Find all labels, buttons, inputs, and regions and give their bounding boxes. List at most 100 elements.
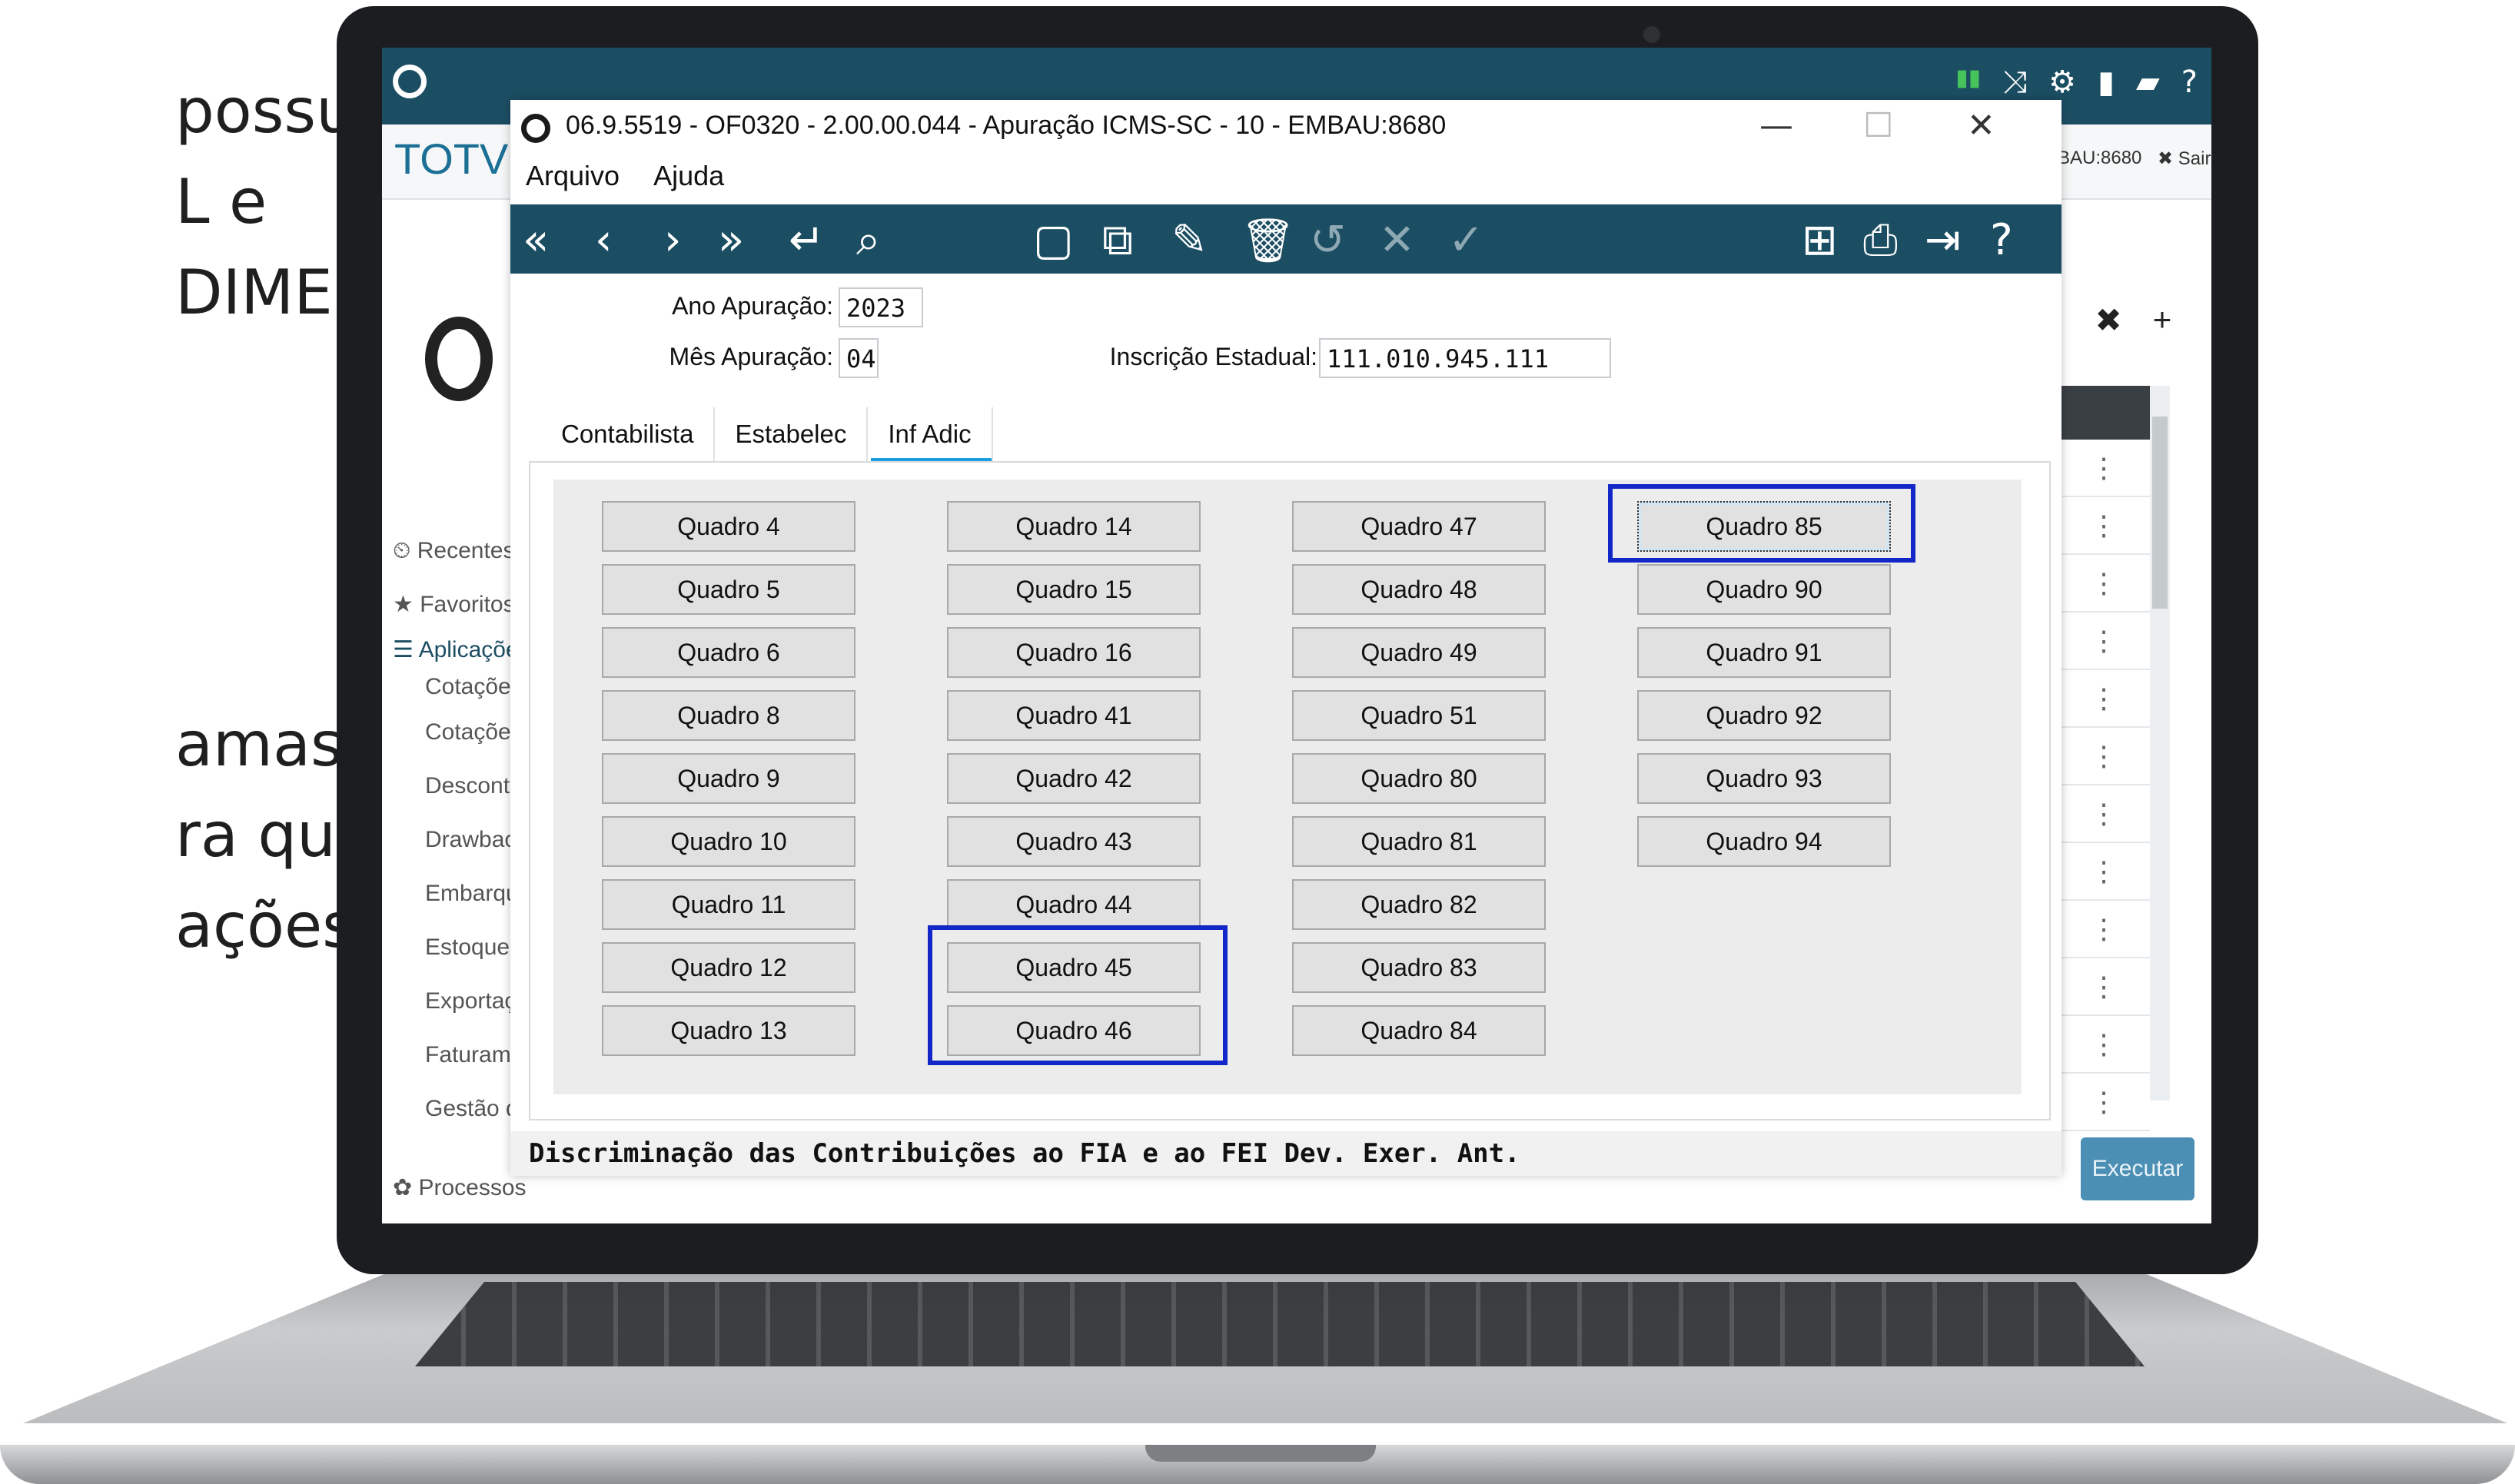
tab-contabilista[interactable]: Contabilista (541, 407, 716, 461)
help-icon[interactable]: ? (2181, 65, 2198, 100)
quadro-43-button[interactable]: Quadro 43 (947, 816, 1201, 867)
quadro-93-button[interactable]: Quadro 93 (1637, 753, 1891, 804)
quadro-4-button[interactable]: Quadro 4 (602, 501, 855, 552)
edit-record-icon[interactable]: ✎ (1171, 215, 1208, 265)
mes-field[interactable]: 04 (839, 338, 879, 378)
bg-scrollbar[interactable] (2150, 386, 2170, 1101)
quadro-11-button[interactable]: Quadro 11 (602, 879, 855, 930)
quadro-9-button[interactable]: Quadro 9 (602, 753, 855, 804)
highlight-quadro-85 (1608, 484, 1915, 563)
quadro-91-button[interactable]: Quadro 91 (1637, 627, 1891, 678)
ano-field[interactable]: 2023 (839, 287, 923, 327)
laptop-notch (1145, 1445, 1376, 1462)
status-bar: Discriminação das Contribuições ao FIA e… (510, 1131, 2062, 1176)
sidebar-item-processos[interactable]: ✿ Processos (393, 1174, 527, 1201)
close-window-icon[interactable]: ✕ (1967, 106, 1995, 145)
execute-button[interactable]: Executar (2081, 1137, 2194, 1200)
maximize-icon[interactable]: ☐ (1863, 106, 1893, 145)
quadro-81-button[interactable]: Quadro 81 (1292, 816, 1546, 867)
tab-inf-adic[interactable]: Inf Adic (868, 407, 993, 463)
first-record-icon[interactable]: « (523, 215, 549, 265)
exit-icon[interactable]: ⇥ (1925, 215, 1961, 265)
copy-record-icon[interactable]: ⧉ (1102, 215, 1133, 266)
close-icon[interactable]: ✖ (2095, 301, 2122, 339)
bg-list-header (2058, 386, 2150, 440)
laptop-keyboard (415, 1282, 2145, 1366)
menu-arquivo[interactable]: Arquivo (526, 160, 620, 192)
previous-record-icon[interactable]: ‹ (595, 215, 612, 265)
quadro-15-button[interactable]: Quadro 15 (947, 564, 1201, 615)
quadro-8-button[interactable]: Quadro 8 (602, 690, 855, 741)
row-menu-icon[interactable]: ⋮ (2058, 728, 2150, 785)
topbar-icons: ▮▮ ⤨ ⚙ ▮ ▰ ? (1955, 65, 2198, 100)
quadro-12-button[interactable]: Quadro 12 (602, 942, 855, 993)
search-icon[interactable]: ⌕ (856, 215, 880, 266)
quadro-42-button[interactable]: Quadro 42 (947, 753, 1201, 804)
scroll-thumb[interactable] (2152, 417, 2168, 609)
quadro-buttons-area: Quadro 4 Quadro 5 Quadro 6 Quadro 8 Quad… (553, 480, 2022, 1094)
row-menu-icon[interactable]: ⋮ (2058, 613, 2150, 670)
dialog-titlebar: 06.9.5519 - OF0320 - 2.00.00.044 - Apura… (510, 100, 2062, 154)
ie-label: Inscrição Estadual: (1109, 343, 1317, 370)
app-logo-icon (521, 114, 550, 143)
quadro-41-button[interactable]: Quadro 41 (947, 690, 1201, 741)
menu-ajuda[interactable]: Ajuda (653, 160, 724, 192)
quadro-14-button[interactable]: Quadro 14 (947, 501, 1201, 552)
confirm-icon[interactable]: ✓ (1448, 215, 1484, 265)
new-record-icon[interactable]: ▢ (1033, 215, 1074, 265)
laptop-screen: ▮▮ ⤨ ⚙ ▮ ▰ ? TOTVS BAU:8680 ✖ Sair ⌕ ✖ +… (382, 48, 2211, 1223)
signal-icon: ▮▮ (1955, 65, 1982, 91)
row-menu-icon[interactable]: ⋮ (2058, 555, 2150, 613)
add-icon[interactable]: + (2153, 301, 2172, 339)
row-menu-icon[interactable]: ⋮ (2058, 497, 2150, 555)
quadro-16-button[interactable]: Quadro 16 (947, 627, 1201, 678)
quadro-13-button[interactable]: Quadro 13 (602, 1005, 855, 1056)
undo-icon[interactable]: ↺ (1310, 215, 1346, 265)
last-record-icon[interactable]: » (718, 215, 744, 265)
next-record-icon[interactable]: › (664, 215, 681, 265)
quadro-80-button[interactable]: Quadro 80 (1292, 753, 1546, 804)
bg-list-column: ⋮ ⋮ ⋮ ⋮ ⋮ ⋮ ⋮ ⋮ ⋮ ⋮ ⋮ ⋮ (2058, 386, 2150, 1131)
quadro-90-button[interactable]: Quadro 90 (1637, 564, 1891, 615)
shuffle-icon[interactable]: ⤨ (2002, 65, 2027, 100)
row-menu-icon[interactable]: ⋮ (2058, 901, 2150, 958)
tab-estabelec[interactable]: Estabelec (715, 407, 869, 461)
bg-tab-embau[interactable]: BAU:8680 (2058, 148, 2141, 169)
quadro-44-button[interactable]: Quadro 44 (947, 879, 1201, 930)
quadro-83-button[interactable]: Quadro 83 (1292, 942, 1546, 993)
delete-record-icon[interactable]: 🗑 (1241, 215, 1295, 266)
ie-field[interactable]: 111.010.945.111 (1319, 338, 1611, 378)
bg-tab-sair[interactable]: ✖ Sair (2158, 148, 2211, 170)
quadro-5-button[interactable]: Quadro 5 (602, 564, 855, 615)
dialog-title: 06.9.5519 - OF0320 - 2.00.00.044 - Apura… (566, 111, 1447, 140)
dialog-toolbar: « ‹ › » ↵ ⌕ ▢ ⧉ ✎ 🗑 ↺ ✕ ✓ ⊞ ⎙ ⇥ ? (510, 204, 2062, 274)
quadro-6-button[interactable]: Quadro 6 (602, 627, 855, 678)
quadro-10-button[interactable]: Quadro 10 (602, 816, 855, 867)
help-icon[interactable]: ? (1990, 215, 2013, 265)
chat-icon[interactable]: ▰ (2136, 65, 2160, 100)
row-menu-icon[interactable]: ⋮ (2058, 785, 2150, 843)
quadro-48-button[interactable]: Quadro 48 (1292, 564, 1546, 615)
quadro-82-button[interactable]: Quadro 82 (1292, 879, 1546, 930)
print-icon[interactable]: ⎙ (1863, 215, 1898, 266)
quadro-92-button[interactable]: Quadro 92 (1637, 690, 1891, 741)
row-menu-icon[interactable]: ⋮ (2058, 670, 2150, 728)
row-menu-icon[interactable]: ⋮ (2058, 440, 2150, 497)
row-menu-icon[interactable]: ⋮ (2058, 843, 2150, 901)
quadro-49-button[interactable]: Quadro 49 (1292, 627, 1546, 678)
row-menu-icon[interactable]: ⋮ (2058, 958, 2150, 1016)
minimize-icon[interactable]: — (1759, 106, 1793, 145)
document-icon[interactable]: ▮ (2098, 65, 2115, 100)
goto-icon[interactable]: ↵ (789, 215, 825, 265)
highlight-quadro-45-46 (928, 925, 1228, 1065)
quadro-47-button[interactable]: Quadro 47 (1292, 501, 1546, 552)
quadro-84-button[interactable]: Quadro 84 (1292, 1005, 1546, 1056)
query-icon[interactable]: ⊞ (1802, 215, 1838, 265)
row-menu-icon[interactable]: ⋮ (2058, 1074, 2150, 1131)
quadro-51-button[interactable]: Quadro 51 (1292, 690, 1546, 741)
row-menu-icon[interactable]: ⋮ (2058, 1016, 2150, 1074)
cancel-icon[interactable]: ✕ (1379, 215, 1415, 265)
gear-icon[interactable]: ⚙ (2048, 65, 2076, 100)
slide-text-2: L e (175, 166, 267, 237)
quadro-94-button[interactable]: Quadro 94 (1637, 816, 1891, 867)
